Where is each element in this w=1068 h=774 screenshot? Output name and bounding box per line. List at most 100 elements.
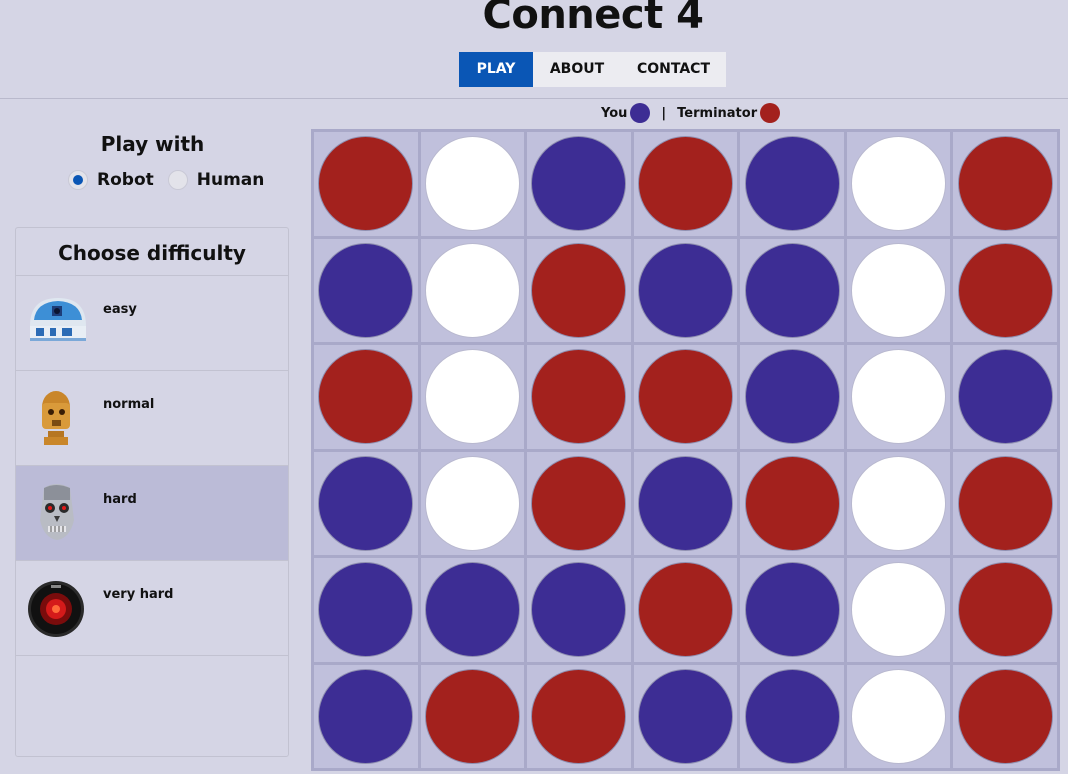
board-cell[interactable] (527, 664, 631, 768)
radio-selected-dot (73, 175, 83, 185)
hal9000-eye-icon (28, 581, 84, 637)
player-disc (318, 242, 414, 338)
board-cell[interactable] (633, 451, 738, 555)
difficulty-hard[interactable]: hard (16, 466, 288, 561)
board-cell[interactable] (953, 664, 1057, 768)
player-disc (744, 668, 840, 764)
opponent-disc (744, 455, 840, 551)
empty-slot (851, 668, 947, 764)
board-cell[interactable] (420, 345, 525, 449)
board-cell[interactable] (846, 132, 951, 236)
board-cell[interactable] (527, 558, 631, 662)
board-cell[interactable] (953, 238, 1057, 342)
board-cell[interactable] (420, 132, 525, 236)
opponent-disc (957, 562, 1053, 658)
legend-separator: | (661, 105, 667, 121)
board-cell[interactable] (740, 558, 844, 662)
board-cell[interactable] (740, 132, 844, 236)
board-cell[interactable] (846, 558, 951, 662)
player-disc (744, 349, 840, 445)
board-cell[interactable] (314, 345, 418, 449)
difficulty-very-hard[interactable]: very hard (16, 561, 288, 656)
player-disc (637, 668, 733, 764)
empty-slot (424, 349, 520, 445)
board-cell[interactable] (527, 132, 631, 236)
empty-slot (424, 242, 520, 338)
tab-contact[interactable]: CONTACT (621, 52, 726, 87)
player-disc (957, 349, 1053, 445)
difficulty-panel: Choose difficulty easy normal hard very … (15, 227, 289, 757)
board-cell[interactable] (527, 238, 631, 342)
opponent-disc (637, 136, 733, 232)
opponent-disc (957, 136, 1053, 232)
board-cell[interactable] (846, 345, 951, 449)
board-cell[interactable] (740, 238, 844, 342)
board-cell[interactable] (846, 238, 951, 342)
board-cell[interactable] (314, 558, 418, 662)
page-title: Connect 4 (482, 0, 704, 38)
human-radio-label[interactable]: Human (197, 170, 265, 190)
empty-slot (851, 562, 947, 658)
difficulty-normal[interactable]: normal (16, 371, 288, 466)
board-cell[interactable] (953, 345, 1057, 449)
player-disc (318, 668, 414, 764)
empty-slot (851, 136, 947, 232)
empty-slot (851, 349, 947, 445)
board-cell[interactable] (953, 132, 1057, 236)
board-cell[interactable] (633, 558, 738, 662)
board-cell[interactable] (420, 451, 525, 555)
robot-radio-label[interactable]: Robot (97, 170, 154, 190)
board-cell[interactable] (314, 664, 418, 768)
board-cell[interactable] (527, 451, 631, 555)
human-radio[interactable] (167, 170, 188, 190)
player-disc (424, 562, 520, 658)
board-cell[interactable] (740, 664, 844, 768)
board-cell[interactable] (633, 345, 738, 449)
game-board (311, 129, 1060, 771)
board-cell[interactable] (633, 664, 738, 768)
difficulty-label: easy (103, 302, 137, 317)
empty-slot (851, 455, 947, 551)
board-cell[interactable] (314, 451, 418, 555)
board-cell[interactable] (740, 345, 844, 449)
difficulty-label: normal (103, 397, 155, 412)
empty-slot (851, 242, 947, 338)
board-cell[interactable] (314, 132, 418, 236)
player-disc (744, 242, 840, 338)
difficulty-easy[interactable]: easy (16, 276, 288, 371)
r2d2-robot-icon (30, 298, 86, 341)
tab-about[interactable]: ABOUT (533, 52, 621, 87)
robot-radio[interactable] (68, 170, 88, 190)
tab-play[interactable]: PLAY (459, 52, 533, 87)
legend-you-label: You (601, 105, 628, 121)
board-cell[interactable] (420, 238, 525, 342)
board-cell[interactable] (633, 238, 738, 342)
difficulty-label: hard (103, 492, 137, 507)
opponent-disc (531, 668, 627, 764)
opponent-disc (637, 349, 733, 445)
opponent-disc (531, 455, 627, 551)
board-cell[interactable] (420, 558, 525, 662)
terminator-skull-icon (40, 484, 74, 540)
opponent-color-dot (760, 103, 781, 123)
board-cell[interactable] (953, 558, 1057, 662)
you-color-dot (630, 103, 651, 123)
board-cell[interactable] (953, 451, 1057, 555)
c3po-robot-icon (42, 391, 70, 445)
opponent-disc (957, 455, 1053, 551)
player-disc (637, 242, 733, 338)
play-with-title: Play with (100, 132, 205, 156)
board-cell[interactable] (740, 451, 844, 555)
board-cell[interactable] (420, 664, 525, 768)
player-disc (531, 136, 627, 232)
player-disc (744, 136, 840, 232)
player-disc (318, 562, 414, 658)
opponent-radio-group: Robot Human (68, 170, 278, 190)
board-cell[interactable] (846, 451, 951, 555)
board-cell[interactable] (314, 238, 418, 342)
board-cell[interactable] (633, 132, 738, 236)
opponent-disc (957, 668, 1053, 764)
main-nav: PLAY ABOUT CONTACT (459, 52, 726, 87)
board-cell[interactable] (527, 345, 631, 449)
board-cell[interactable] (846, 664, 951, 768)
